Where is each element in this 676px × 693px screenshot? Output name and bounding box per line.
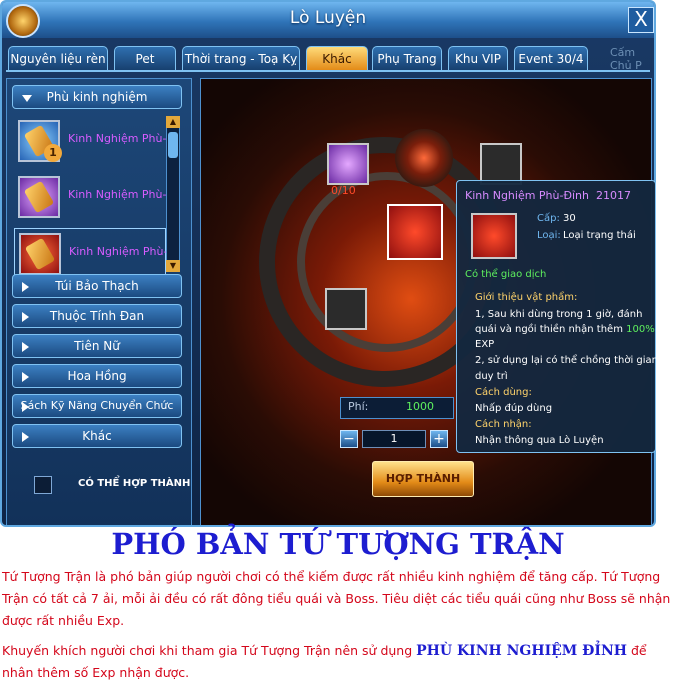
article-paragraph-1: Tứ Tượng Trận là phó bản giúp người chơi… bbox=[2, 569, 671, 628]
item-name: Kinh Nghiệm Phù- bbox=[68, 188, 166, 201]
intro-percent: 100% bbox=[626, 324, 655, 335]
intro-line: quái và ngồi thiền nhận thêm 100% bbox=[475, 324, 655, 335]
demon-head-icon bbox=[395, 129, 453, 187]
item-tooltip: Kinh Nghiệm Phù-Đỉnh 21017 Cấp: 30 Loại:… bbox=[456, 180, 658, 453]
category-label: Sách Kỹ Năng Chuyển Chức bbox=[20, 399, 174, 412]
usage-value: Nhấp đúp dùng bbox=[475, 403, 553, 414]
intro-line: duy trì bbox=[475, 371, 508, 382]
tab-phu-trang[interactable]: Phụ Trang bbox=[372, 46, 442, 70]
category-tui-bao-thach[interactable]: Túi Bảo Thạch bbox=[12, 274, 182, 298]
obtain-label: Cách nhận: bbox=[475, 419, 532, 430]
item-name: Kinh Nghiệm Phù- bbox=[68, 132, 166, 145]
level-label: Cấp: bbox=[537, 213, 560, 224]
list-item-selected[interactable]: Kinh Nghiệm Phù- bbox=[14, 228, 167, 278]
tradable-text: Có thể giao dịch bbox=[465, 269, 547, 280]
material-count: 0/10 bbox=[331, 184, 356, 197]
tooltip-item-name: Kinh Nghiệm Phù-Đỉnh bbox=[465, 189, 589, 202]
quantity-plus-button[interactable]: + bbox=[430, 430, 448, 448]
emphasis-text: PHÙ KINH NGHIỆM ĐỈNH bbox=[416, 643, 627, 659]
scroll-up-icon[interactable]: ▲ bbox=[166, 116, 180, 128]
category-label: Phù kinh nghiệm bbox=[46, 90, 148, 104]
tab-khu-vip[interactable]: Khu VIP bbox=[448, 46, 508, 70]
close-button[interactable]: X bbox=[628, 7, 654, 33]
category-khac[interactable]: Khác bbox=[12, 424, 182, 448]
intro-label: Giới thiệu vật phẩm: bbox=[475, 292, 578, 303]
exp-scroll-icon bbox=[18, 176, 60, 218]
obtain-value: Nhận thông qua Lò Luyện bbox=[475, 435, 604, 446]
tab-thoi-trang[interactable]: Thời trang - Toạ Kỵ bbox=[182, 46, 300, 70]
tab-pet[interactable]: Pet bbox=[114, 46, 176, 70]
scroll-thumb[interactable] bbox=[168, 132, 178, 158]
category-label: Tiên Nữ bbox=[74, 339, 120, 353]
intro-line: EXP bbox=[475, 339, 495, 350]
article-paragraph-2: Khuyến khích người chơi khi tham gia Tứ … bbox=[2, 640, 674, 684]
list-item[interactable]: 1 Kinh Nghiệm Phù- bbox=[14, 116, 166, 166]
tab-divider bbox=[6, 70, 650, 72]
category-phu-kinh-nghiem[interactable]: Phù kinh nghiệm bbox=[12, 85, 182, 109]
furnace-inner-ring bbox=[297, 172, 477, 352]
category-hoa-hong[interactable]: Hoa Hồng bbox=[12, 364, 182, 388]
article-heading: PHÓ BẢN TỨ TƯỢNG TRẬN bbox=[111, 527, 565, 561]
category-tien-nu[interactable]: Tiên Nữ bbox=[12, 334, 182, 358]
level-value: 30 bbox=[563, 213, 576, 224]
tab-nguyen-lieu-ren[interactable]: Nguyên liệu rèn bbox=[8, 46, 108, 70]
type-value: Loại trạng thái bbox=[563, 230, 636, 241]
category-label: Hoa Hồng bbox=[67, 369, 127, 383]
type-label: Loại: bbox=[537, 230, 561, 241]
material-slot-2[interactable] bbox=[480, 143, 522, 185]
can-combine-checkbox[interactable] bbox=[34, 476, 52, 494]
tooltip-item-id: 21017 bbox=[596, 189, 631, 202]
item-name: Kinh Nghiệm Phù- bbox=[69, 245, 167, 258]
tooltip-title: Kinh Nghiệm Phù-Đỉnh 21017 bbox=[465, 189, 631, 202]
tooltip-item-icon bbox=[471, 213, 517, 259]
tab-khac[interactable]: Khác bbox=[306, 46, 368, 70]
scroll-down-icon[interactable]: ▼ bbox=[166, 260, 180, 272]
exp-scroll-icon bbox=[19, 233, 61, 275]
combine-button[interactable]: HỢP THÀNH bbox=[372, 461, 474, 497]
material-slot-3[interactable] bbox=[325, 288, 367, 330]
material-slot-1[interactable] bbox=[327, 143, 369, 185]
quantity-minus-button[interactable]: − bbox=[340, 430, 358, 448]
category-label: Túi Bảo Thạch bbox=[55, 279, 139, 293]
tab-event[interactable]: Event 30/4 bbox=[514, 46, 588, 70]
paragraph-text: Khuyến khích người chơi khi tham gia Tứ … bbox=[2, 643, 417, 658]
count-badge: 1 bbox=[44, 144, 62, 162]
quantity-input[interactable]: 1 bbox=[362, 430, 426, 448]
checkbox-label: CÓ THỂ HỢP THÀNH bbox=[78, 478, 191, 489]
intro-line: 1, Sau khi dùng trong 1 giờ, đánh bbox=[475, 309, 643, 320]
intro-line: 2, sử dụng lại có thể chồng thời gian bbox=[475, 355, 658, 366]
list-item[interactable]: Kinh Nghiệm Phù- bbox=[14, 172, 166, 222]
fee-label: Phí: bbox=[348, 400, 369, 413]
intro-text: quái và ngồi thiền nhận thêm bbox=[475, 324, 627, 335]
category-sach-ky-nang[interactable]: Sách Kỹ Năng Chuyển Chức bbox=[12, 394, 182, 418]
fee-value: 1000 bbox=[406, 400, 434, 413]
category-label: Thuộc Tính Đan bbox=[49, 309, 145, 323]
window-title: Lò Luyện bbox=[289, 8, 367, 28]
category-thuoc-tinh-dan[interactable]: Thuộc Tính Đan bbox=[12, 304, 182, 328]
usage-label: Cách dùng: bbox=[475, 387, 532, 398]
category-label: Khác bbox=[82, 429, 112, 443]
result-slot[interactable] bbox=[387, 204, 443, 260]
ghost-text: Cấm Chủ P bbox=[610, 46, 642, 72]
